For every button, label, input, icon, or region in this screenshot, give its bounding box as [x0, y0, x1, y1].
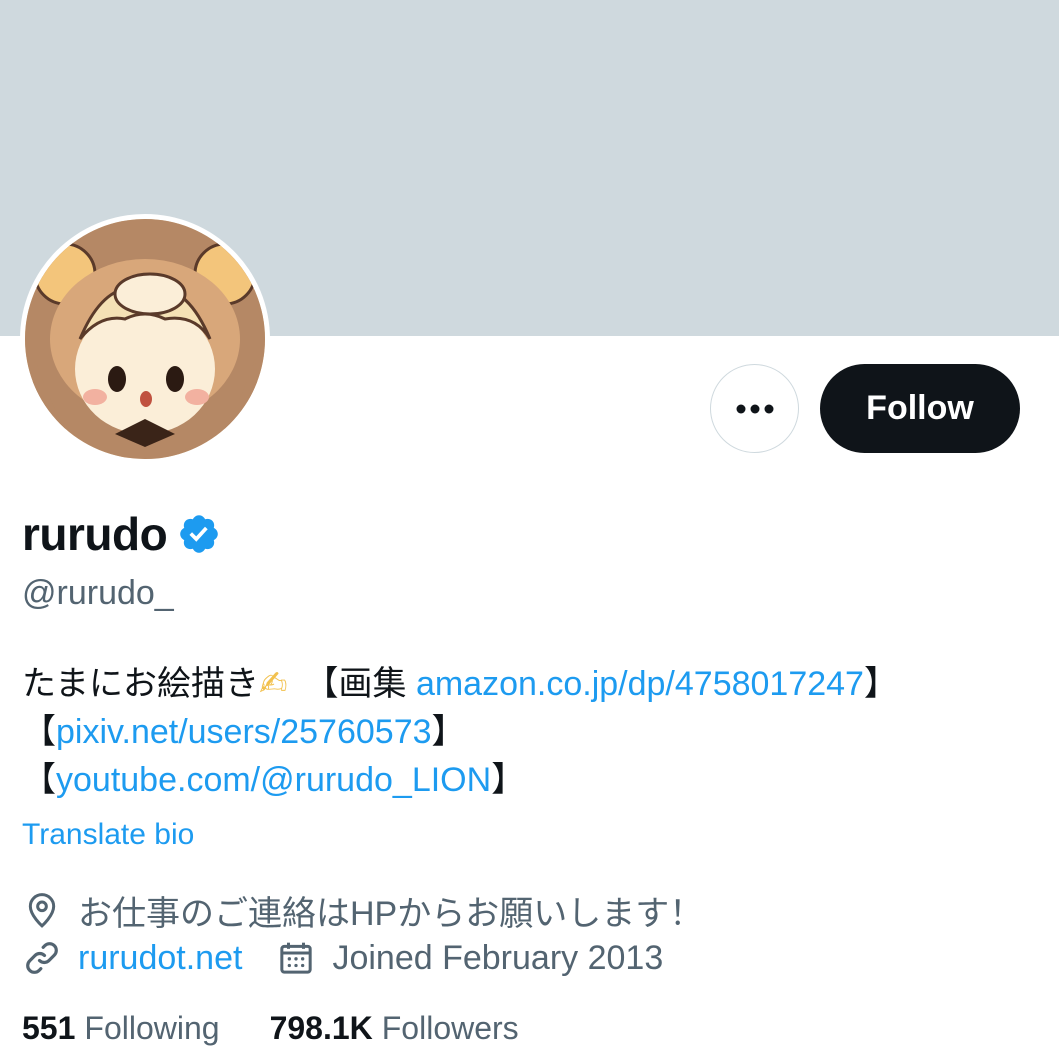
- verified-badge-icon[interactable]: [177, 512, 221, 556]
- bio-bracket: 】: [863, 665, 898, 703]
- bio-link-amazon[interactable]: amazon.co.jp/dp/4758017247: [416, 665, 864, 703]
- followers-count: 798.1K: [269, 1010, 373, 1046]
- bio-link-pixiv[interactable]: pixiv.net/users/25760573: [56, 713, 432, 751]
- bio-line-1: たまにお絵描き✍ 【画集 amazon.co.jp/dp/4758017247】: [22, 660, 1042, 708]
- more-options-button[interactable]: [710, 364, 799, 453]
- followers-stat[interactable]: 798.1K Followers: [270, 1010, 519, 1047]
- bio-text: たまにお絵描き: [22, 665, 259, 703]
- website-joined-row: rurudot.net Joined February 2013: [22, 934, 663, 982]
- more-horizontal-icon: [736, 404, 773, 413]
- profile-bio: たまにお絵描き✍ 【画集 amazon.co.jp/dp/4758017247】…: [22, 660, 1042, 804]
- location-row: お仕事のご連絡はHPからお願いします！: [22, 886, 703, 934]
- avatar-illustration-icon: [25, 219, 265, 459]
- website-link[interactable]: rurudot.net: [78, 939, 242, 978]
- user-handle: @rurudo_: [22, 574, 174, 612]
- bio-bracket: 】: [431, 713, 466, 751]
- follow-button[interactable]: Follow: [820, 364, 1020, 453]
- bio-bracket: 【画集: [287, 665, 416, 703]
- calendar-icon: [280, 942, 313, 974]
- bio-line-3: 【youtube.com/@rurudo_LION】: [22, 756, 1042, 804]
- profile-avatar[interactable]: [20, 214, 270, 464]
- link-icon: [26, 942, 58, 974]
- location-text: お仕事のご連絡はHPからお願いします！: [78, 894, 704, 933]
- joined-date: Joined February 2013: [332, 938, 664, 977]
- translate-bio-link[interactable]: Translate bio: [22, 818, 194, 852]
- writing-hand-emoji: ✍: [258, 665, 288, 703]
- following-count: 551: [22, 1010, 76, 1046]
- display-name: rurudo: [22, 508, 168, 560]
- bio-bracket: 【: [22, 761, 56, 799]
- followers-label: Followers: [381, 1010, 519, 1046]
- bio-link-youtube[interactable]: youtube.com/@rurudo_LION: [56, 761, 491, 799]
- bio-bracket: 【: [22, 713, 56, 751]
- following-stat[interactable]: 551 Following: [22, 1010, 220, 1047]
- bio-bracket: 】: [491, 761, 526, 799]
- name-row: rurudo: [22, 506, 221, 562]
- following-label: Following: [84, 1010, 220, 1046]
- location-pin-icon: [28, 893, 56, 928]
- bio-line-2: 【pixiv.net/users/25760573】: [22, 708, 1042, 756]
- follow-stats: 551 Following 798.1K Followers: [22, 1010, 519, 1047]
